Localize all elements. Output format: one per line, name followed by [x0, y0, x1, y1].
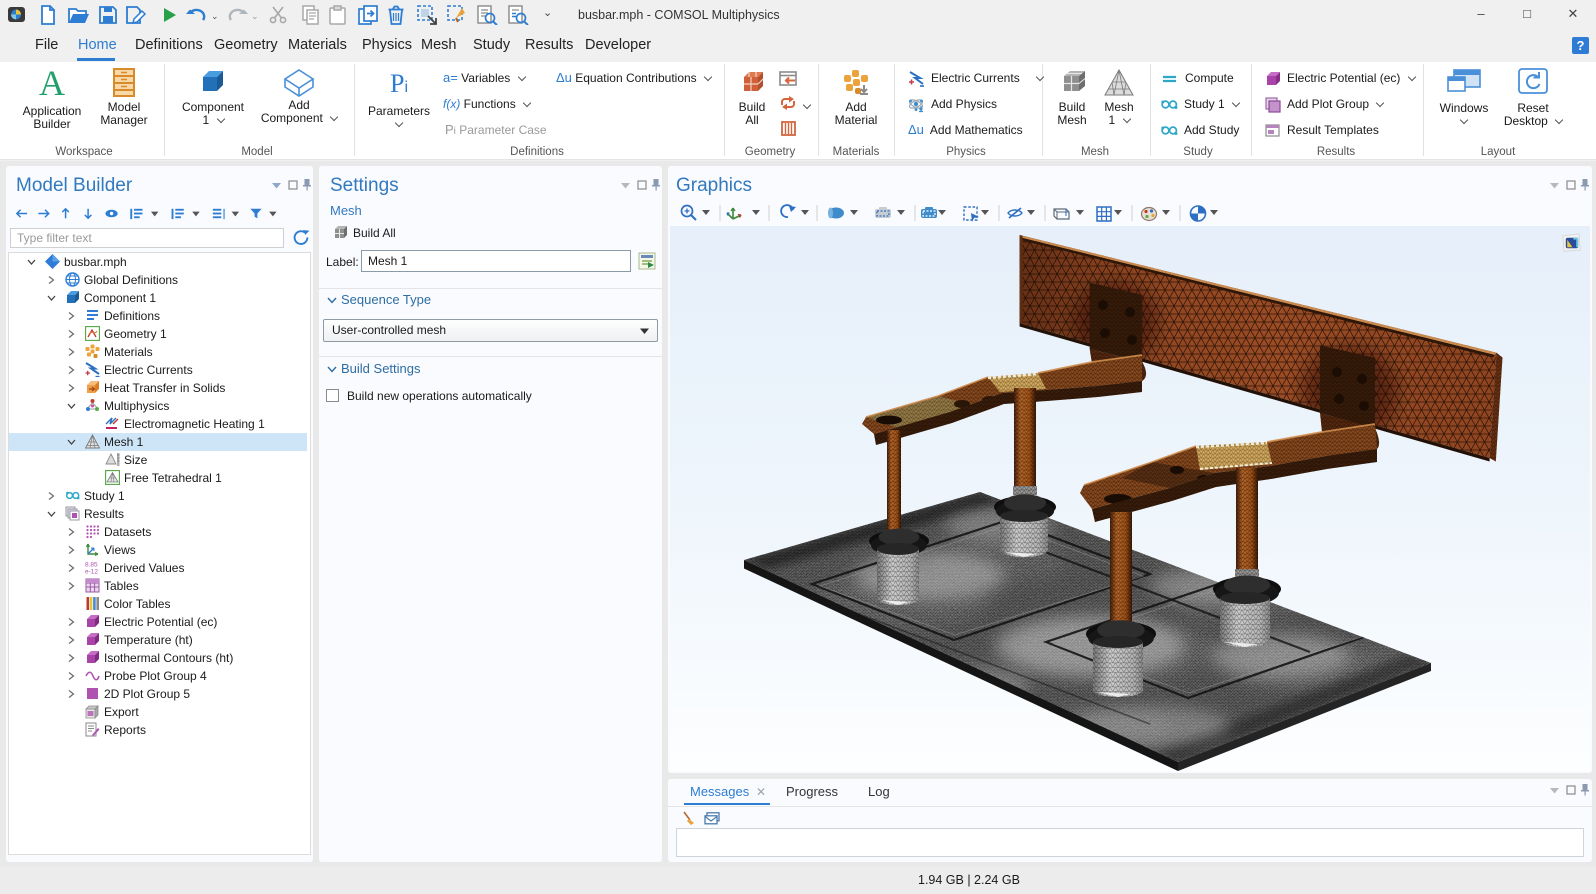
svg-text:8.85: 8.85	[85, 562, 98, 569]
svg-text:e-12: e-12	[85, 569, 98, 576]
